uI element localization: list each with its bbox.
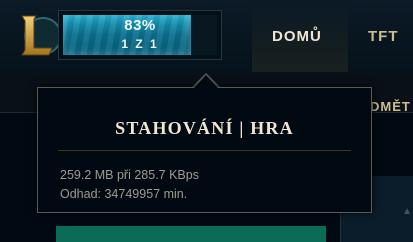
secondary-nav-item[interactable]: DMĚT <box>370 99 411 114</box>
progress-step: 1 Z 1 <box>121 37 159 51</box>
tooltip-title: STAHOVÁNÍ | HRA <box>115 118 294 138</box>
top-navigation-bar: 83% 1 Z 1 DOMŮ TFT <box>0 0 413 73</box>
scroll-arrow-icon[interactable]: ▲ <box>402 206 412 217</box>
download-tooltip: STAHOVÁNÍ | HRA 259.2 MB při 285.7 KBps … <box>37 87 372 213</box>
nav-tab-home[interactable]: DOMŮ <box>272 28 322 45</box>
download-size-speed: 259.2 MB při 285.7 KBps <box>60 168 199 182</box>
league-of-legends-logo-icon[interactable] <box>16 10 62 60</box>
tooltip-pointer-inner <box>194 75 218 88</box>
tooltip-divider <box>58 150 351 151</box>
download-progress-button[interactable]: 83% 1 Z 1 <box>58 10 222 60</box>
progress-percent: 83% <box>124 17 156 34</box>
nav-tab-tft[interactable]: TFT <box>368 28 399 45</box>
download-estimate: Odhad: 34749957 min. <box>60 187 188 201</box>
content-panel <box>56 226 326 242</box>
